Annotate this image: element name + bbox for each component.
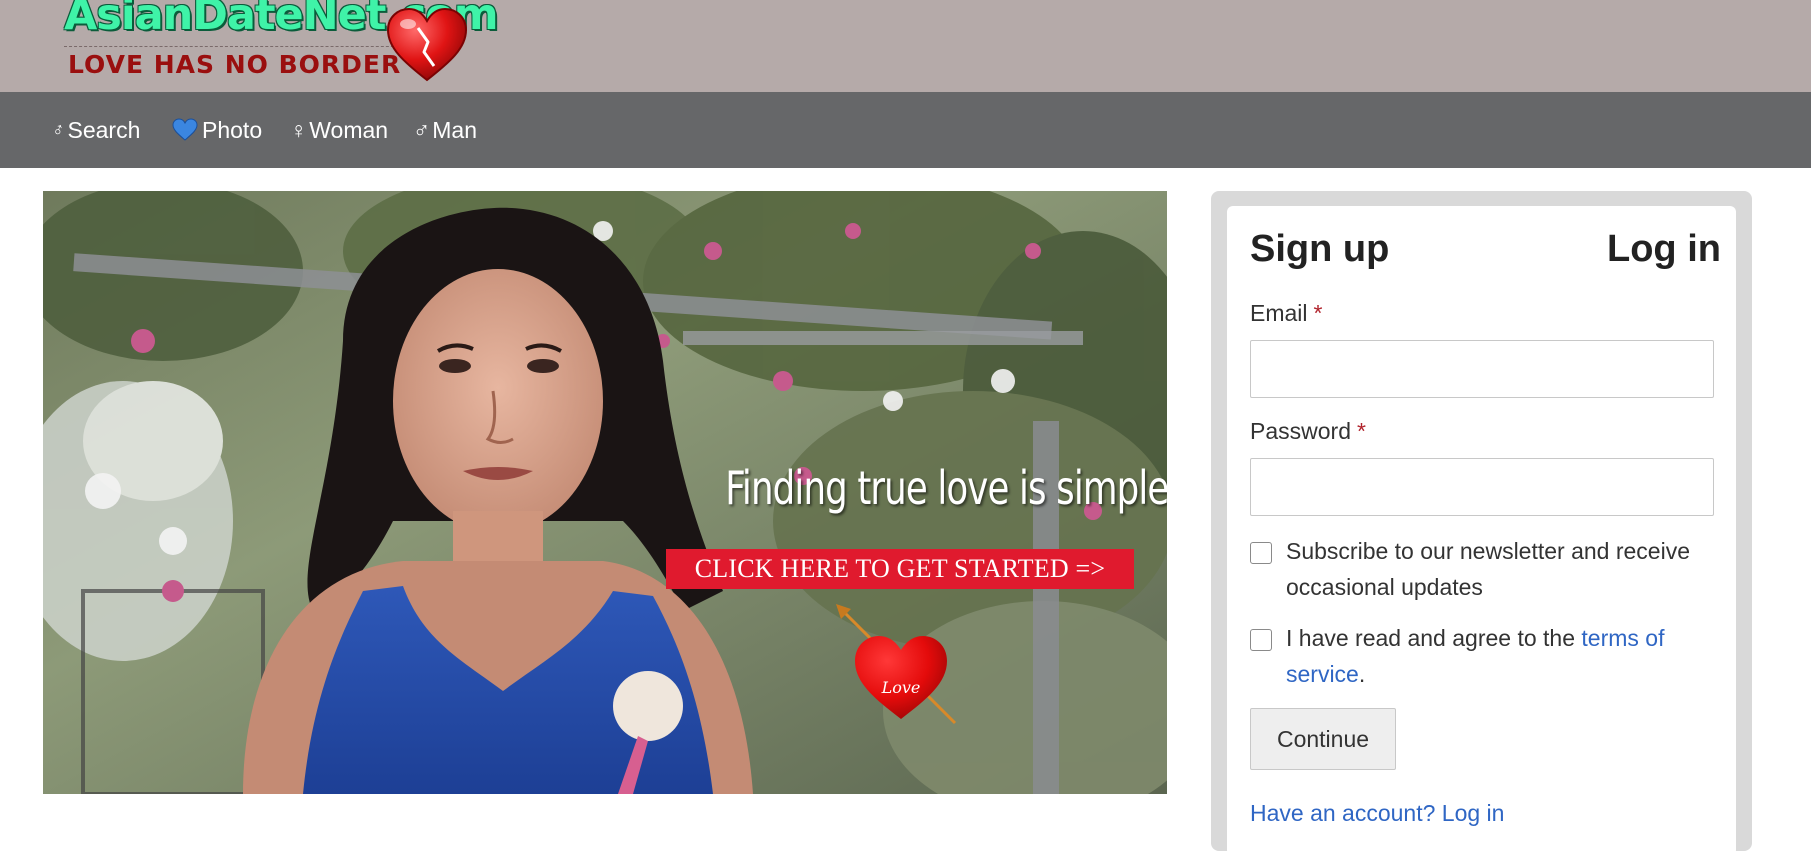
terms-checkbox[interactable] (1250, 629, 1272, 651)
have-account-login-link[interactable]: Have an account? Log in (1250, 800, 1504, 827)
nav-photo[interactable]: Photo (172, 114, 262, 146)
love-text: Love (881, 678, 921, 697)
newsletter-checkbox[interactable] (1250, 542, 1272, 564)
nav-search-label: Search (67, 116, 141, 143)
search-gender-icon: ♂ (48, 117, 69, 142)
nav-photo-label: Photo (202, 116, 263, 143)
newsletter-text: Subscribe to our newsletter and receive … (1286, 538, 1690, 600)
nav-man-label: Man (432, 116, 477, 143)
blue-heart-icon (172, 118, 198, 141)
terms-suffix: . (1358, 661, 1366, 687)
email-field[interactable] (1250, 340, 1714, 398)
site-logo[interactable]: AsianDateNet.com LOVE HAS NO BORDER (62, 0, 499, 90)
newsletter-option: Subscribe to our newsletter and receive … (1250, 533, 1720, 605)
logo-heart-icon (386, 7, 468, 82)
password-field[interactable] (1250, 458, 1714, 516)
hero-banner[interactable]: Finding true love is simple CLICK HERE T… (43, 191, 1167, 794)
love-heart-icon: Love (836, 604, 957, 725)
password-label: Password * (1250, 418, 1366, 445)
main-nav: ♂ Search Photo ♀ Woman ♂ Man (0, 92, 1811, 168)
continue-button[interactable]: Continue (1250, 708, 1396, 770)
terms-prefix: I have read and agree to the (1286, 625, 1582, 651)
password-label-text: Password (1250, 418, 1351, 444)
email-label-text: Email (1250, 300, 1308, 326)
required-mark: * (1356, 418, 1366, 444)
site-header: AsianDateNet.com LOVE HAS NO BORDER (0, 0, 1811, 92)
hero-headline: Finding true love is simple (725, 461, 1167, 515)
nav-man[interactable]: ♂ Man (413, 114, 477, 146)
required-mark: * (1313, 300, 1323, 326)
tab-login[interactable]: Log in (1607, 228, 1721, 271)
nav-woman[interactable]: ♀ Woman (290, 114, 388, 146)
get-started-button[interactable]: CLICK HERE TO GET STARTED => (666, 549, 1134, 589)
logo-tagline: LOVE HAS NO BORDER (68, 50, 402, 79)
nav-search[interactable]: ♂ Search (48, 114, 141, 146)
nav-woman-label: Woman (309, 116, 389, 143)
terms-option: I have read and agree to the terms of se… (1250, 620, 1720, 692)
male-symbol-icon: ♂ (413, 116, 431, 143)
email-label: Email * (1250, 300, 1322, 327)
female-symbol-icon: ♀ (290, 116, 308, 143)
terms-text: I have read and agree to the terms of se… (1286, 620, 1716, 692)
logo-divider (64, 46, 414, 47)
tab-signup[interactable]: Sign up (1250, 228, 1389, 271)
